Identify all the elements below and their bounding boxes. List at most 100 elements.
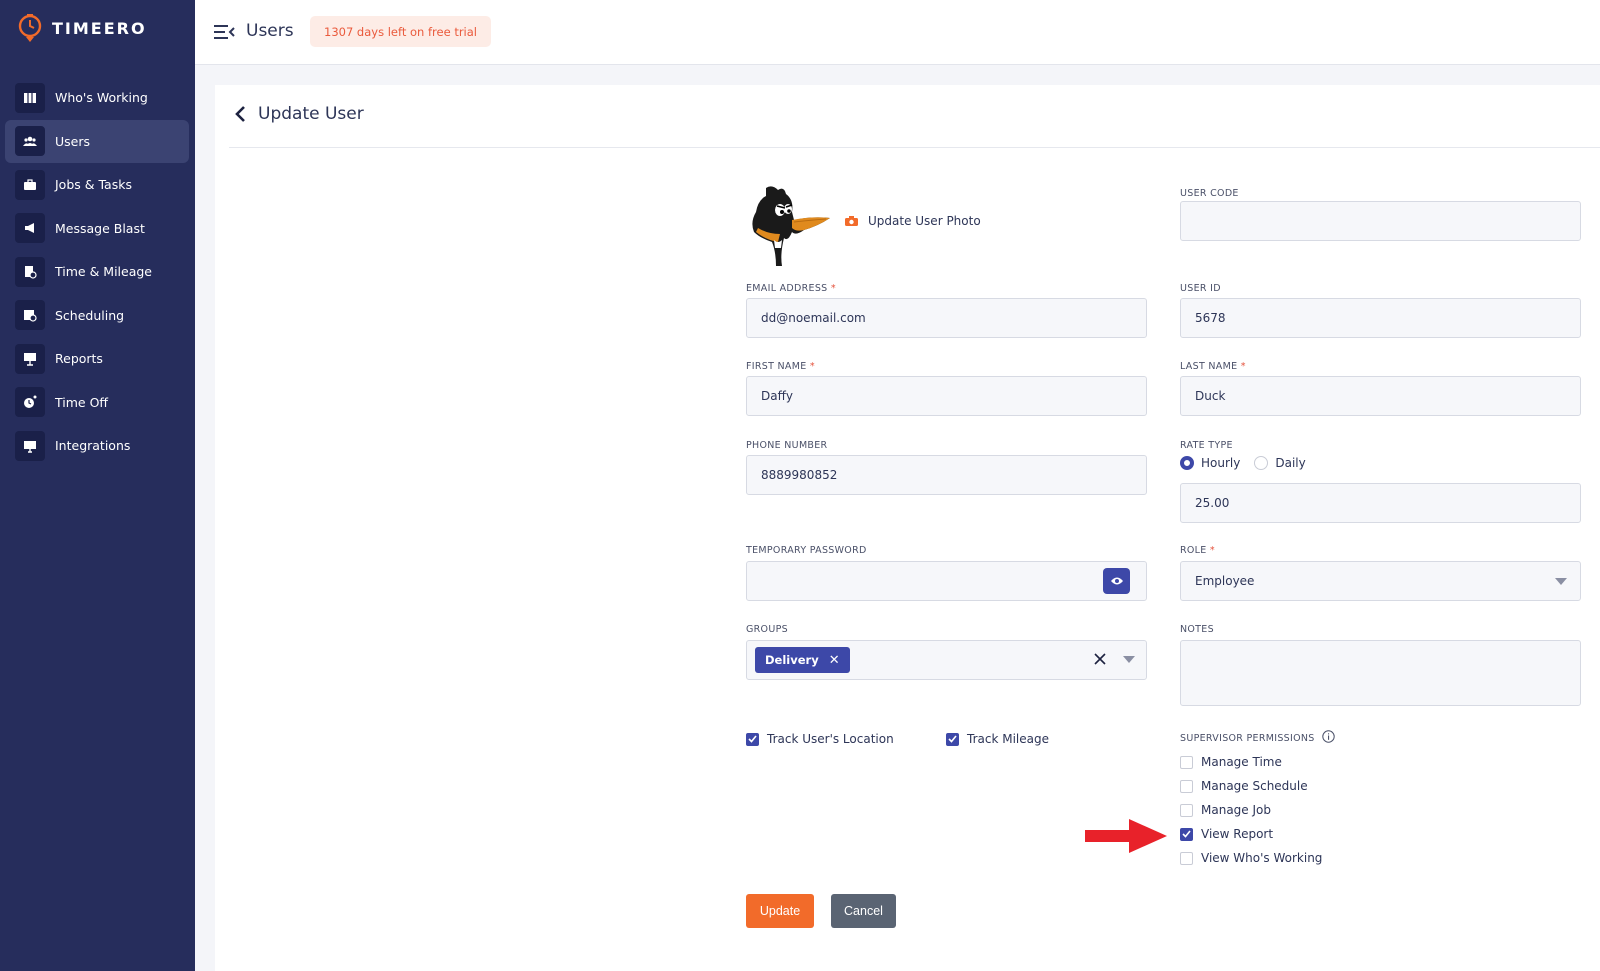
checkbox-unchecked[interactable] [1180, 851, 1193, 865]
sidebar-item-users[interactable]: Users [5, 119, 189, 163]
sidebar-item-whos-working[interactable]: Who's Working [5, 76, 189, 119]
rate-type-label: RATE TYPE [1180, 440, 1233, 451]
sidebar-item-label: Reports [55, 351, 103, 366]
phone-label: PHONE NUMBER [746, 440, 828, 451]
chevron-down-icon[interactable] [1555, 578, 1567, 585]
sidebar-item-label: Time Off [55, 394, 109, 410]
annotation-arrow-icon [1085, 819, 1167, 853]
user-avatar [752, 186, 830, 266]
perm-manage-job-checkbox[interactable]: Manage Job [1180, 803, 1271, 817]
user-id-input[interactable]: 5678 [1180, 298, 1581, 338]
rate-type-radio-group: Hourly Daily [1180, 456, 1320, 470]
perm-label: Manage Job [1201, 803, 1271, 817]
first-name-label: FIRST NAME * [746, 361, 815, 372]
sidebar-item-reports[interactable]: Reports [5, 337, 189, 380]
email-label: EMAIL ADDRESS * [746, 283, 836, 294]
back-arrow-icon[interactable] [233, 105, 249, 123]
perm-manage-time-checkbox[interactable]: Manage Time [1180, 755, 1282, 769]
email-input[interactable]: dd@noemail.com [746, 298, 1147, 338]
group-tag: Delivery ✕ [755, 647, 850, 673]
camera-icon [845, 216, 858, 226]
perm-view-whos-working-checkbox[interactable]: View Who's Working [1180, 851, 1322, 865]
sidebar-item-message-blast[interactable]: Message Blast [5, 207, 189, 250]
groups-label: GROUPS [746, 624, 788, 635]
notes-textarea[interactable] [1180, 640, 1581, 706]
required-mark: * [809, 361, 815, 372]
first-name-input[interactable]: Daffy [746, 376, 1147, 416]
rate-daily-label: Daily [1275, 456, 1306, 470]
brand-name: TIMEERO [52, 18, 147, 38]
temp-password-input[interactable] [746, 561, 1147, 601]
map-icon [15, 82, 45, 113]
rate-hourly-radio[interactable] [1180, 456, 1194, 470]
track-mileage-label: Track Mileage [967, 732, 1049, 746]
sidebar-item-jobs-tasks[interactable]: Jobs & Tasks [5, 163, 189, 206]
timeero-logo-icon [18, 14, 42, 42]
check-icon [748, 735, 757, 743]
perm-label: Manage Time [1201, 755, 1282, 769]
last-name-label: LAST NAME * [1180, 361, 1246, 372]
temp-password-label: TEMPORARY PASSWORD [746, 545, 867, 556]
user-code-input[interactable] [1180, 201, 1581, 241]
checkbox-unchecked[interactable] [1180, 803, 1193, 817]
update-photo-button[interactable]: Update User Photo [845, 214, 981, 228]
user-code-label: USER CODE [1180, 188, 1239, 199]
checkbox-unchecked[interactable] [1180, 779, 1193, 793]
first-name-label-text: FIRST NAME [746, 361, 807, 372]
sidebar-item-time-off[interactable]: Time Off [5, 381, 189, 424]
eye-icon [1110, 577, 1123, 585]
perm-manage-schedule-checkbox[interactable]: Manage Schedule [1180, 779, 1308, 793]
track-location-checkbox[interactable]: Track User's Location [746, 732, 894, 746]
update-button[interactable]: Update [746, 894, 814, 928]
top-bar: Users 1307 days left on free trial [195, 0, 1600, 65]
rate-hourly-label: Hourly [1201, 456, 1241, 470]
remove-tag-icon[interactable]: ✕ [829, 653, 840, 668]
show-password-button[interactable] [1103, 568, 1130, 594]
group-tag-label: Delivery [765, 653, 819, 667]
email-label-text: EMAIL ADDRESS [746, 283, 828, 294]
check-icon [1182, 830, 1191, 838]
clear-icon[interactable] [1093, 652, 1107, 666]
sidebar-item-time-mileage[interactable]: Time & Mileage [5, 250, 189, 293]
perm-view-report-checkbox[interactable]: View Report [1180, 827, 1273, 841]
timesheet-icon [15, 256, 45, 287]
page-title: Users [246, 21, 294, 41]
info-icon[interactable] [1322, 730, 1335, 743]
rate-input[interactable]: 25.00 [1180, 483, 1581, 523]
sidebar-item-label: Who's Working [55, 90, 148, 105]
brand[interactable]: TIMEERO [18, 12, 147, 44]
role-label: ROLE * [1180, 545, 1215, 556]
last-name-input[interactable]: Duck [1180, 376, 1581, 416]
sidebar-item-label: Message Blast [55, 220, 145, 236]
trial-badge: 1307 days left on free trial [310, 16, 491, 47]
briefcase-icon [15, 169, 45, 200]
role-select[interactable]: Employee [1180, 561, 1581, 601]
checkbox-checked[interactable] [746, 732, 759, 746]
sidebar-nav: Who's Working Users Jobs & Tasks Message… [5, 76, 189, 468]
megaphone-icon [15, 213, 45, 243]
phone-input[interactable]: 8889980852 [746, 455, 1147, 495]
card-title: Update User [258, 104, 364, 124]
checkbox-unchecked[interactable] [1180, 755, 1193, 769]
sidebar-item-scheduling[interactable]: Scheduling [5, 294, 189, 337]
presentation-icon [15, 343, 45, 374]
menu-collapse-icon[interactable] [213, 22, 235, 42]
notes-label: NOTES [1180, 624, 1214, 635]
card-header: Update User [229, 85, 1600, 148]
cancel-button[interactable]: Cancel [831, 894, 896, 928]
perm-label: View Who's Working [1201, 851, 1323, 865]
supervisor-permissions-label: SUPERVISOR PERMISSIONS [1180, 733, 1315, 744]
sidebar-item-label: Jobs & Tasks [55, 177, 132, 192]
sidebar-item-label: Users [55, 133, 91, 149]
track-mileage-checkbox[interactable]: Track Mileage [946, 732, 1049, 746]
perm-label: Manage Schedule [1201, 779, 1308, 793]
checkbox-checked[interactable] [1180, 827, 1193, 841]
rate-daily-radio[interactable] [1254, 456, 1269, 470]
calendar-clock-icon [15, 300, 45, 330]
checkbox-checked[interactable] [946, 732, 959, 746]
chevron-down-icon[interactable] [1123, 656, 1135, 663]
sidebar-item-integrations[interactable]: Integrations [5, 424, 189, 467]
sidebar-item-label: Scheduling [55, 307, 125, 323]
role-label-text: ROLE [1180, 545, 1207, 556]
track-location-label: Track User's Location [767, 732, 894, 746]
